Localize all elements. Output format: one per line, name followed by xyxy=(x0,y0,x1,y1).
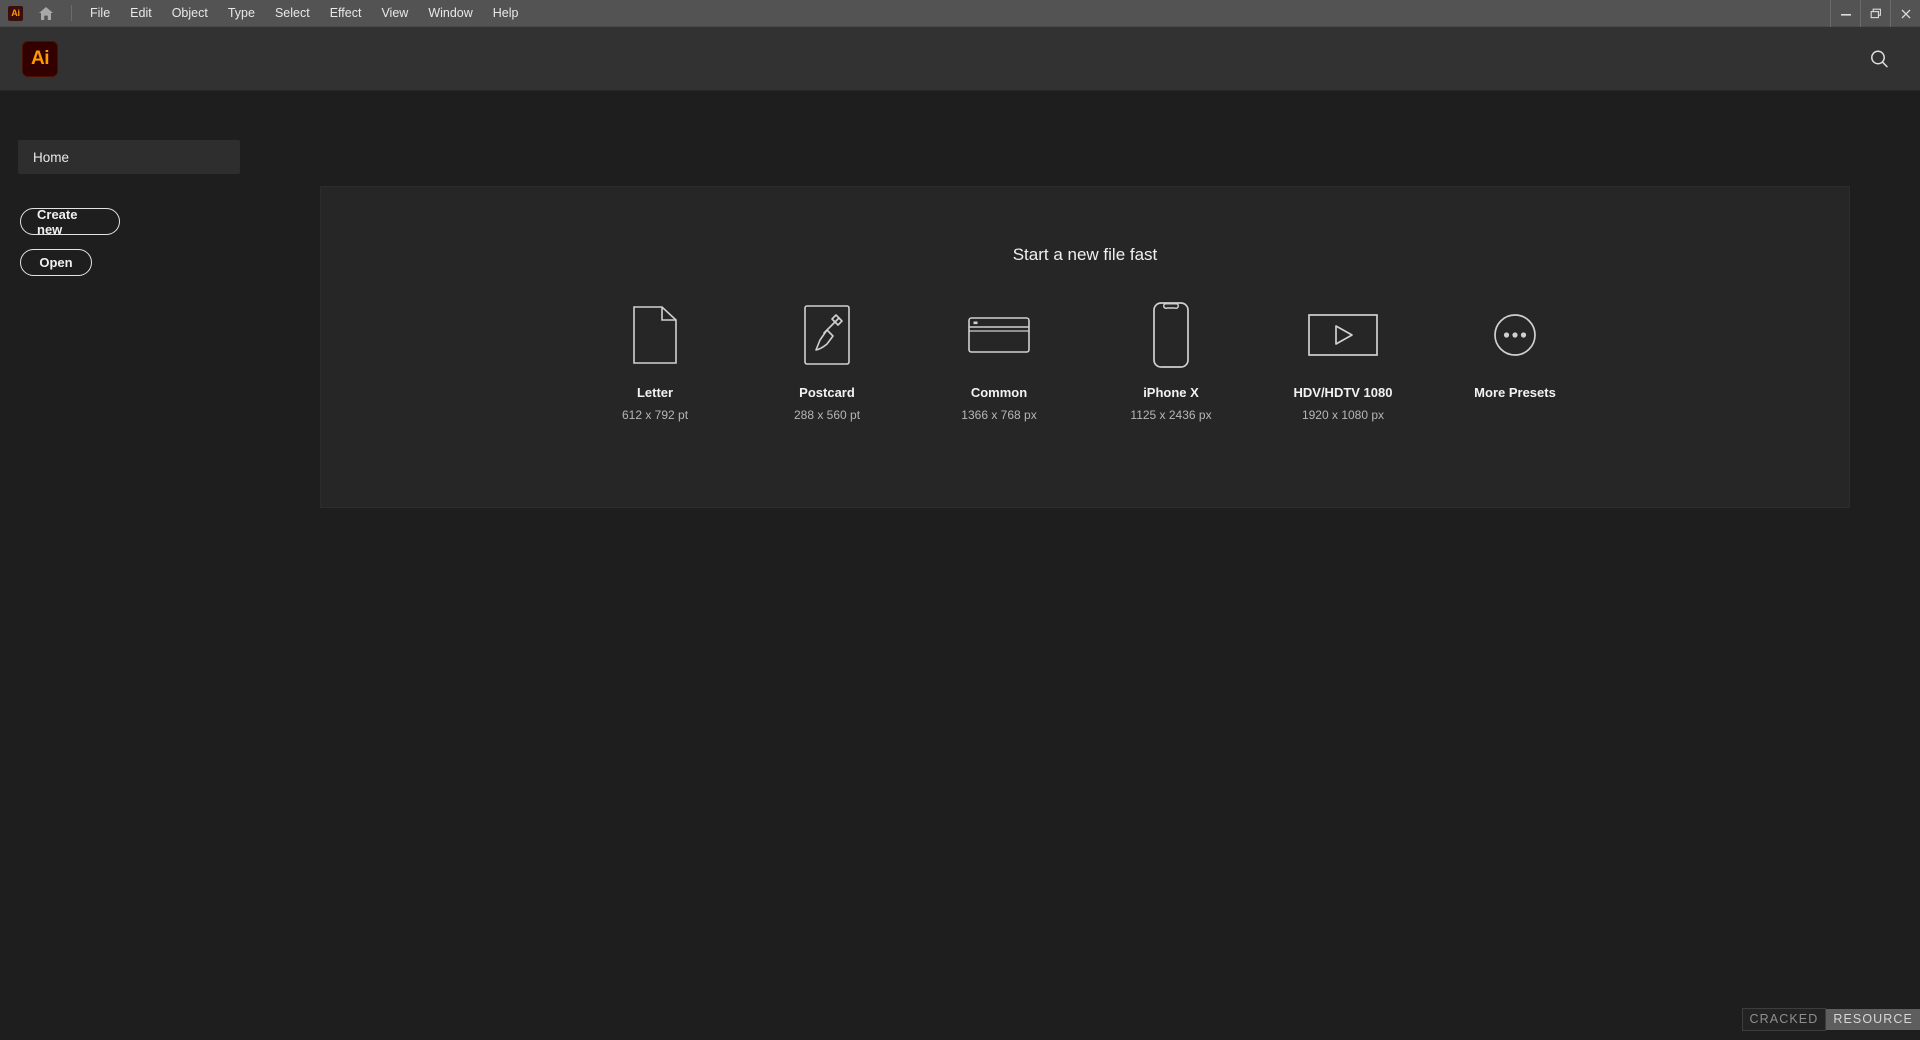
preset-more-presets[interactable]: More Presets xyxy=(1455,301,1575,408)
workspace: Home Create new Open Start a new file fa… xyxy=(0,92,1920,1040)
watermark: CRACKED RESOURCE xyxy=(1741,1008,1920,1031)
mobile-phone-icon xyxy=(1152,301,1190,369)
illustrator-logo: Ai xyxy=(22,40,58,77)
open-button[interactable]: Open xyxy=(20,249,92,276)
create-new-label: Create new xyxy=(37,206,78,237)
preset-label: HDV/HDTV 1080 xyxy=(1293,385,1393,400)
preset-row: Letter 612 x 792 pt Postcard 288 x 560 p… xyxy=(321,301,1849,422)
preset-label: Postcard xyxy=(799,385,855,400)
panel-title: Start a new file fast xyxy=(1012,245,1158,264)
page-document-icon xyxy=(632,301,678,369)
preset-letter[interactable]: Letter 612 x 792 pt xyxy=(595,301,715,422)
title-bar: Ai File Edit Object Type Select Effect V… xyxy=(0,0,1920,27)
menu-item-select[interactable]: Select xyxy=(265,0,320,27)
sidebar-item-label: Home xyxy=(33,149,70,165)
create-new-button[interactable]: Create new xyxy=(20,206,120,237)
video-play-icon xyxy=(1307,301,1379,369)
close-icon xyxy=(1900,8,1912,20)
restore-button[interactable] xyxy=(1860,0,1890,27)
close-button[interactable] xyxy=(1890,0,1920,27)
preset-label: More Presets xyxy=(1474,385,1556,400)
app-icon: Ai xyxy=(8,5,23,21)
menu-item-view[interactable]: View xyxy=(371,0,418,27)
preset-label: iPhone X xyxy=(1143,385,1199,400)
minimize-icon xyxy=(1840,8,1852,20)
preset-label: Letter xyxy=(636,385,674,400)
minimize-button[interactable] xyxy=(1830,0,1860,27)
search-icon xyxy=(1868,48,1890,70)
menu-item-edit[interactable]: Edit xyxy=(120,0,162,27)
preset-size: 288 x 560 pt xyxy=(793,408,861,422)
preset-iphone-x[interactable]: iPhone X 1125 x 2436 px xyxy=(1111,301,1231,422)
sidebar-item-home[interactable]: Home xyxy=(18,140,240,174)
home-icon-button[interactable] xyxy=(29,0,63,27)
preset-size: 1920 x 1080 px xyxy=(1301,408,1385,422)
open-label: Open xyxy=(39,255,73,270)
start-new-file-panel: Start a new file fast Letter 612 x 792 p… xyxy=(320,186,1850,508)
menu-bar: File Edit Object Type Select Effect View… xyxy=(80,0,529,27)
preset-postcard[interactable]: Postcard 288 x 560 pt xyxy=(767,301,887,422)
menu-item-object[interactable]: Object xyxy=(162,0,218,27)
home-icon xyxy=(38,6,54,21)
restore-icon xyxy=(1870,8,1882,20)
menu-divider xyxy=(71,5,72,21)
paintbrush-icon xyxy=(803,301,851,369)
menu-item-type[interactable]: Type xyxy=(218,0,265,27)
menu-item-window[interactable]: Window xyxy=(418,0,482,27)
menu-item-help[interactable]: Help xyxy=(483,0,529,27)
preset-size: 612 x 792 pt xyxy=(621,408,689,422)
preset-size: 1125 x 2436 px xyxy=(1130,408,1212,422)
sidebar: Home Create new Open xyxy=(0,92,260,1040)
preset-size: 1366 x 768 px xyxy=(961,408,1037,422)
watermark-part-two: RESOURCE xyxy=(1826,1009,1920,1030)
preset-common[interactable]: Common 1366 x 768 px xyxy=(939,301,1059,422)
sidebar-actions: Create new Open xyxy=(20,206,260,276)
watermark-part-one: CRACKED xyxy=(1741,1008,1827,1031)
ellipsis-circle-icon xyxy=(1493,301,1537,369)
menu-item-effect[interactable]: Effect xyxy=(320,0,372,27)
window-controls xyxy=(1830,0,1920,27)
browser-window-icon xyxy=(967,301,1031,369)
menu-item-file[interactable]: File xyxy=(80,0,120,27)
app-header: Ai xyxy=(0,27,1920,91)
search-button[interactable] xyxy=(1862,42,1896,76)
preset-hdv-hdtv-1080[interactable]: HDV/HDTV 1080 1920 x 1080 px xyxy=(1283,301,1403,422)
preset-label: Common xyxy=(970,385,1028,400)
